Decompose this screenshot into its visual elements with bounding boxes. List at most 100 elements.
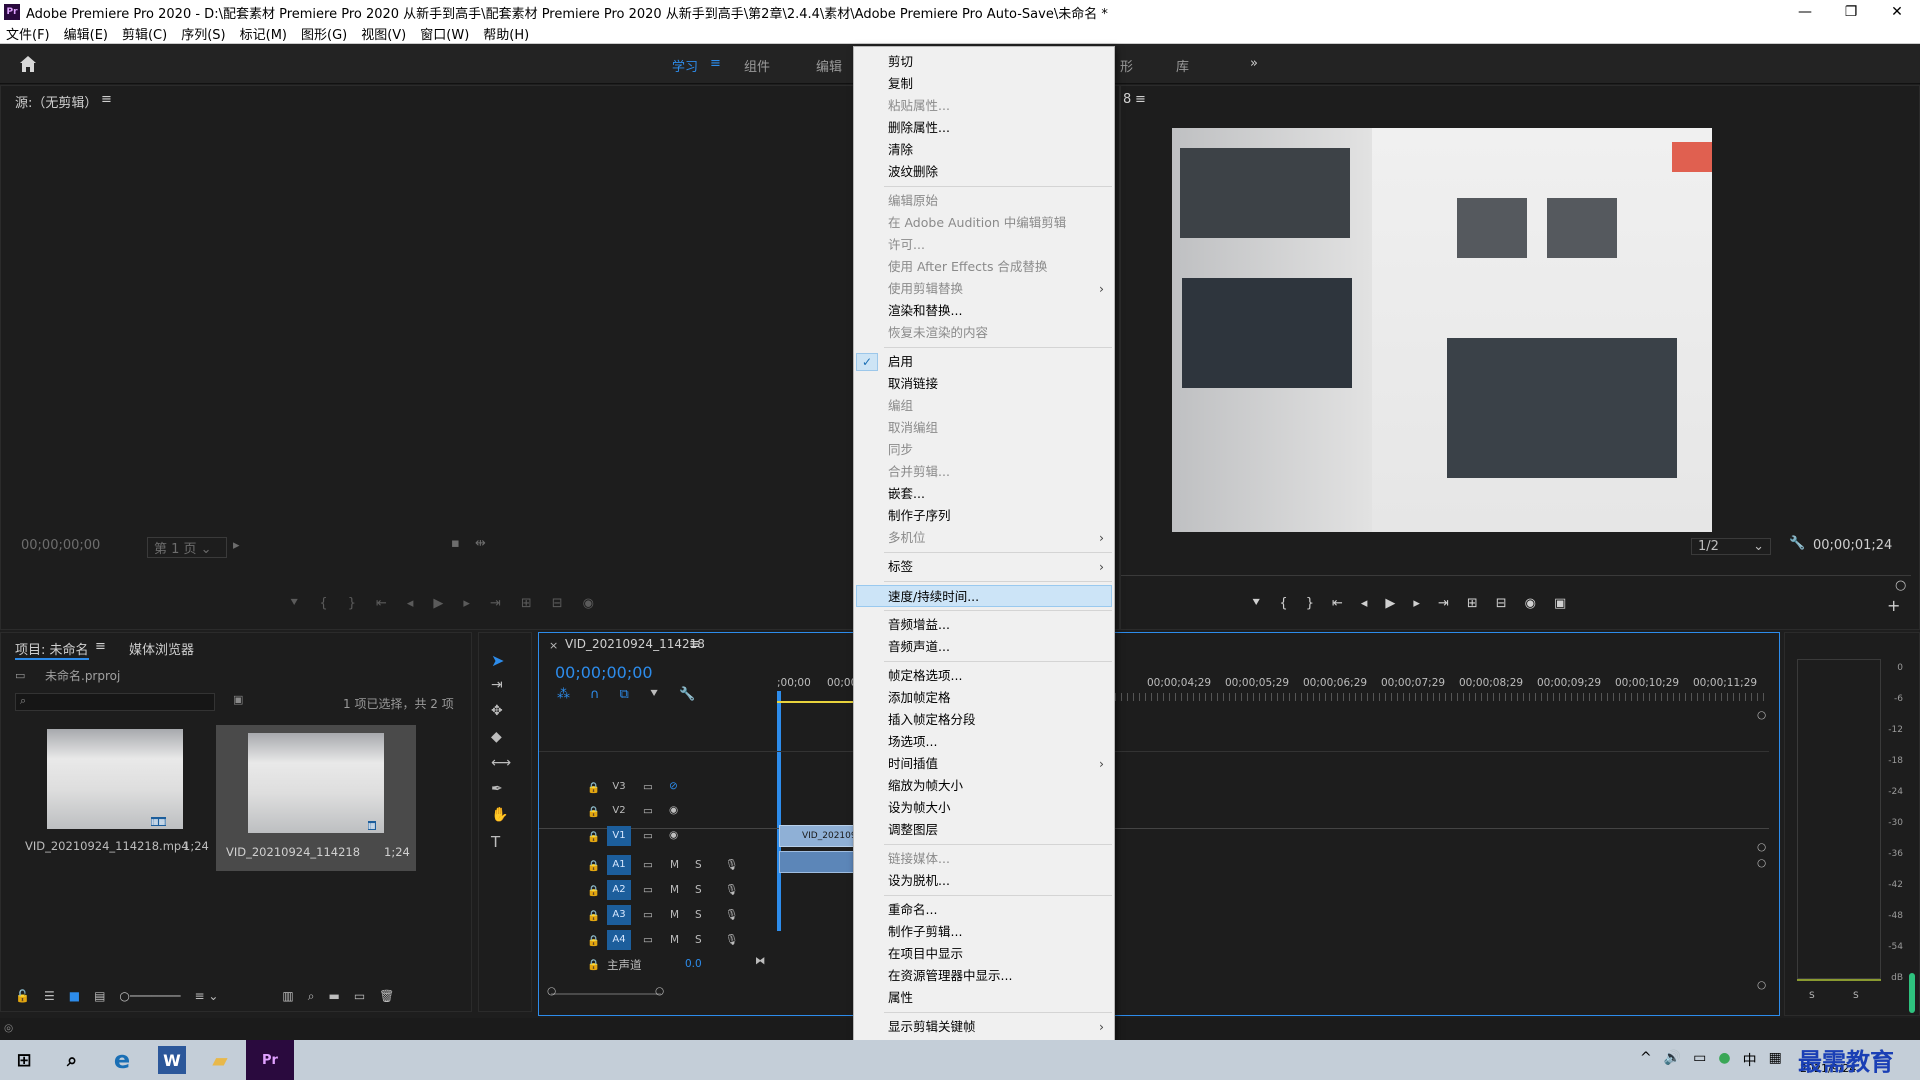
context-menu-item[interactable]: 编辑原始 xyxy=(854,190,1114,212)
sequence-menu-icon[interactable]: ≡ xyxy=(689,637,700,652)
track-eye-icon[interactable]: ◉ xyxy=(669,804,678,816)
context-menu-item[interactable]: 属性 xyxy=(854,987,1114,1009)
context-menu-item[interactable]: 添加帧定格 xyxy=(854,687,1114,709)
program-step-forward-icon[interactable]: ▸ xyxy=(1413,596,1420,616)
ime-indicator[interactable]: 中 xyxy=(1743,1050,1757,1070)
timeline-timecode[interactable]: 00;00;00;00 xyxy=(555,663,653,682)
workspace-tab-editing[interactable]: 编辑 xyxy=(816,56,842,75)
edge-browser-icon[interactable]: e xyxy=(102,1044,142,1076)
program-add-marker-icon[interactable]: ⯆ xyxy=(1251,596,1261,616)
context-menu-item[interactable]: 删除属性... xyxy=(854,117,1114,139)
workspace-tab-assembly[interactable]: 组件 xyxy=(744,56,770,75)
scroll-handle-right-icon[interactable]: ○ xyxy=(655,985,664,997)
context-menu-item[interactable]: 链接媒体... xyxy=(854,848,1114,870)
context-menu-item[interactable]: 粘贴属性... xyxy=(854,95,1114,117)
close-sequence-icon[interactable]: × xyxy=(549,639,558,652)
track-lock-icon[interactable]: 🔒 xyxy=(587,884,600,897)
context-menu-item[interactable]: 调整图层 xyxy=(854,819,1114,841)
track-select-tool-icon[interactable]: ⇥ xyxy=(491,677,503,693)
new-bin-icon[interactable]: ▬ xyxy=(328,989,339,1007)
lift-icon[interactable]: ⊞ xyxy=(1467,596,1478,616)
pen-tool-icon[interactable]: ✒ xyxy=(491,781,503,797)
video-clip[interactable]: VID_20210924 xyxy=(779,825,857,847)
master-volume-value[interactable]: 0.0 xyxy=(685,958,702,970)
play-icon[interactable]: ▶ xyxy=(433,596,443,616)
menu-help[interactable]: 帮助(H) xyxy=(483,24,529,43)
keyboard-icon[interactable]: ▦ xyxy=(1769,1050,1782,1070)
context-menu-item[interactable]: 使用 After Effects 合成替换 xyxy=(854,256,1114,278)
project-item[interactable]: ▦▦ VID_20210924_114218.mp4 1;24 xyxy=(15,725,209,863)
voiceover-mic-icon[interactable]: 🎙 xyxy=(725,883,738,896)
context-menu-item[interactable]: 时间插值 › xyxy=(854,753,1114,775)
source-export-icon[interactable]: ⇹ xyxy=(475,536,486,551)
program-scrub-bar[interactable] xyxy=(1121,566,1911,576)
hand-tool-icon[interactable]: ✋ xyxy=(491,807,508,823)
context-menu-item[interactable]: 速度/持续时间... xyxy=(856,585,1112,607)
menu-marker[interactable]: 标记(M) xyxy=(240,24,287,43)
track-label-a3[interactable]: A3 xyxy=(607,905,631,925)
program-go-to-out-icon[interactable]: ⇥ xyxy=(1438,596,1449,616)
file-explorer-icon[interactable]: ▰ xyxy=(200,1044,240,1076)
find-icon[interactable]: ⌕ xyxy=(308,989,315,1007)
track-label-v2[interactable]: V2 xyxy=(607,801,631,821)
context-menu-item[interactable]: 制作子序列 xyxy=(854,505,1114,527)
sequence-tab[interactable]: VID_20210924_114218 xyxy=(565,637,705,651)
go-to-in-icon[interactable]: ⇤ xyxy=(376,596,387,616)
context-menu-item[interactable]: 取消编组 xyxy=(854,417,1114,439)
lock-icon[interactable]: 🔓 xyxy=(15,989,30,1007)
context-menu-item[interactable]: 剪切 xyxy=(854,51,1114,73)
workspace-menu-icon[interactable]: ≡ xyxy=(710,56,721,71)
trash-icon[interactable]: 🗑 xyxy=(379,989,394,1007)
list-view-icon[interactable]: ☰ xyxy=(44,989,55,1007)
more-workspaces-button[interactable]: » xyxy=(1250,56,1258,71)
context-menu-item[interactable]: 帧定格选项... xyxy=(854,665,1114,687)
track-lock-icon[interactable]: 🔒 xyxy=(587,934,600,947)
ripple-edit-tool-icon[interactable]: ✥ xyxy=(491,703,503,719)
context-menu-item[interactable]: 在资源管理器中显示... xyxy=(854,965,1114,987)
timeline-zoom-scrollbar[interactable] xyxy=(551,993,661,995)
context-menu-item[interactable]: 编组 xyxy=(854,395,1114,417)
work-area-bar[interactable] xyxy=(777,701,857,703)
icon-view-icon[interactable]: ■ xyxy=(69,989,80,1007)
mark-out-icon[interactable]: } xyxy=(348,596,356,616)
context-menu-item[interactable]: 制作子剪辑... xyxy=(854,921,1114,943)
track-sync-icon[interactable]: ▭ xyxy=(643,884,653,896)
master-end-icon[interactable]: ⧓ xyxy=(755,955,766,967)
program-panel-menu-icon[interactable]: ≡ xyxy=(1135,92,1146,107)
track-lock-icon[interactable]: 🔒 xyxy=(587,958,600,971)
solo-button[interactable]: S xyxy=(695,909,702,921)
track-lock-icon[interactable]: 🔒 xyxy=(587,781,600,794)
solo-button[interactable]: S xyxy=(695,859,702,871)
close-button[interactable]: ✕ xyxy=(1874,0,1920,24)
context-menu-item[interactable]: 插入帧定格分段 xyxy=(854,709,1114,731)
security-icon[interactable]: ● xyxy=(1718,1050,1730,1070)
type-tool-icon[interactable]: T xyxy=(491,833,500,851)
track-label-v1[interactable]: V1 xyxy=(607,826,631,846)
track-label-a2[interactable]: A2 xyxy=(607,880,631,900)
add-button-icon[interactable]: + xyxy=(1887,596,1900,615)
windows-start-icon[interactable]: ⊞ xyxy=(4,1044,44,1076)
program-playhead-handle[interactable]: ○ xyxy=(1895,578,1906,593)
meter-scroll-handle[interactable] xyxy=(1909,973,1915,1013)
vertical-scroll-mid-icon[interactable]: ○ xyxy=(1757,841,1766,853)
go-to-out-icon[interactable]: ⇥ xyxy=(490,596,501,616)
track-lock-icon[interactable]: 🔒 xyxy=(587,805,600,818)
audio-clip[interactable] xyxy=(779,851,857,873)
context-menu-item[interactable]: 许可... xyxy=(854,234,1114,256)
project-item[interactable]: ▦ VID_20210924_114218 1;24 xyxy=(216,725,416,871)
track-lock-icon[interactable]: 🔒 xyxy=(587,830,600,843)
program-mark-out-icon[interactable]: } xyxy=(1306,596,1314,616)
overwrite-icon[interactable]: ⊟ xyxy=(552,596,563,616)
context-menu-item[interactable]: 缩放为帧大小 xyxy=(854,775,1114,797)
context-menu-item[interactable]: 设为脱机... xyxy=(854,870,1114,892)
track-sync-icon[interactable]: ▭ xyxy=(643,830,653,842)
new-search-bin-icon[interactable]: ▣ xyxy=(233,693,243,706)
premiere-taskbar-icon[interactable]: Pr xyxy=(246,1040,294,1080)
nest-toggle-icon[interactable]: ⁂ xyxy=(557,687,570,702)
context-menu-item[interactable]: 渲染和替换... xyxy=(854,300,1114,322)
timeline-ruler-ticks[interactable] xyxy=(1115,693,1765,701)
timeline-settings-icon[interactable]: 🔧 xyxy=(679,687,695,702)
solo-button[interactable]: S xyxy=(695,884,702,896)
context-menu-item[interactable]: 嵌套... xyxy=(854,483,1114,505)
zoom-slider[interactable]: ○─────── xyxy=(119,989,180,1007)
